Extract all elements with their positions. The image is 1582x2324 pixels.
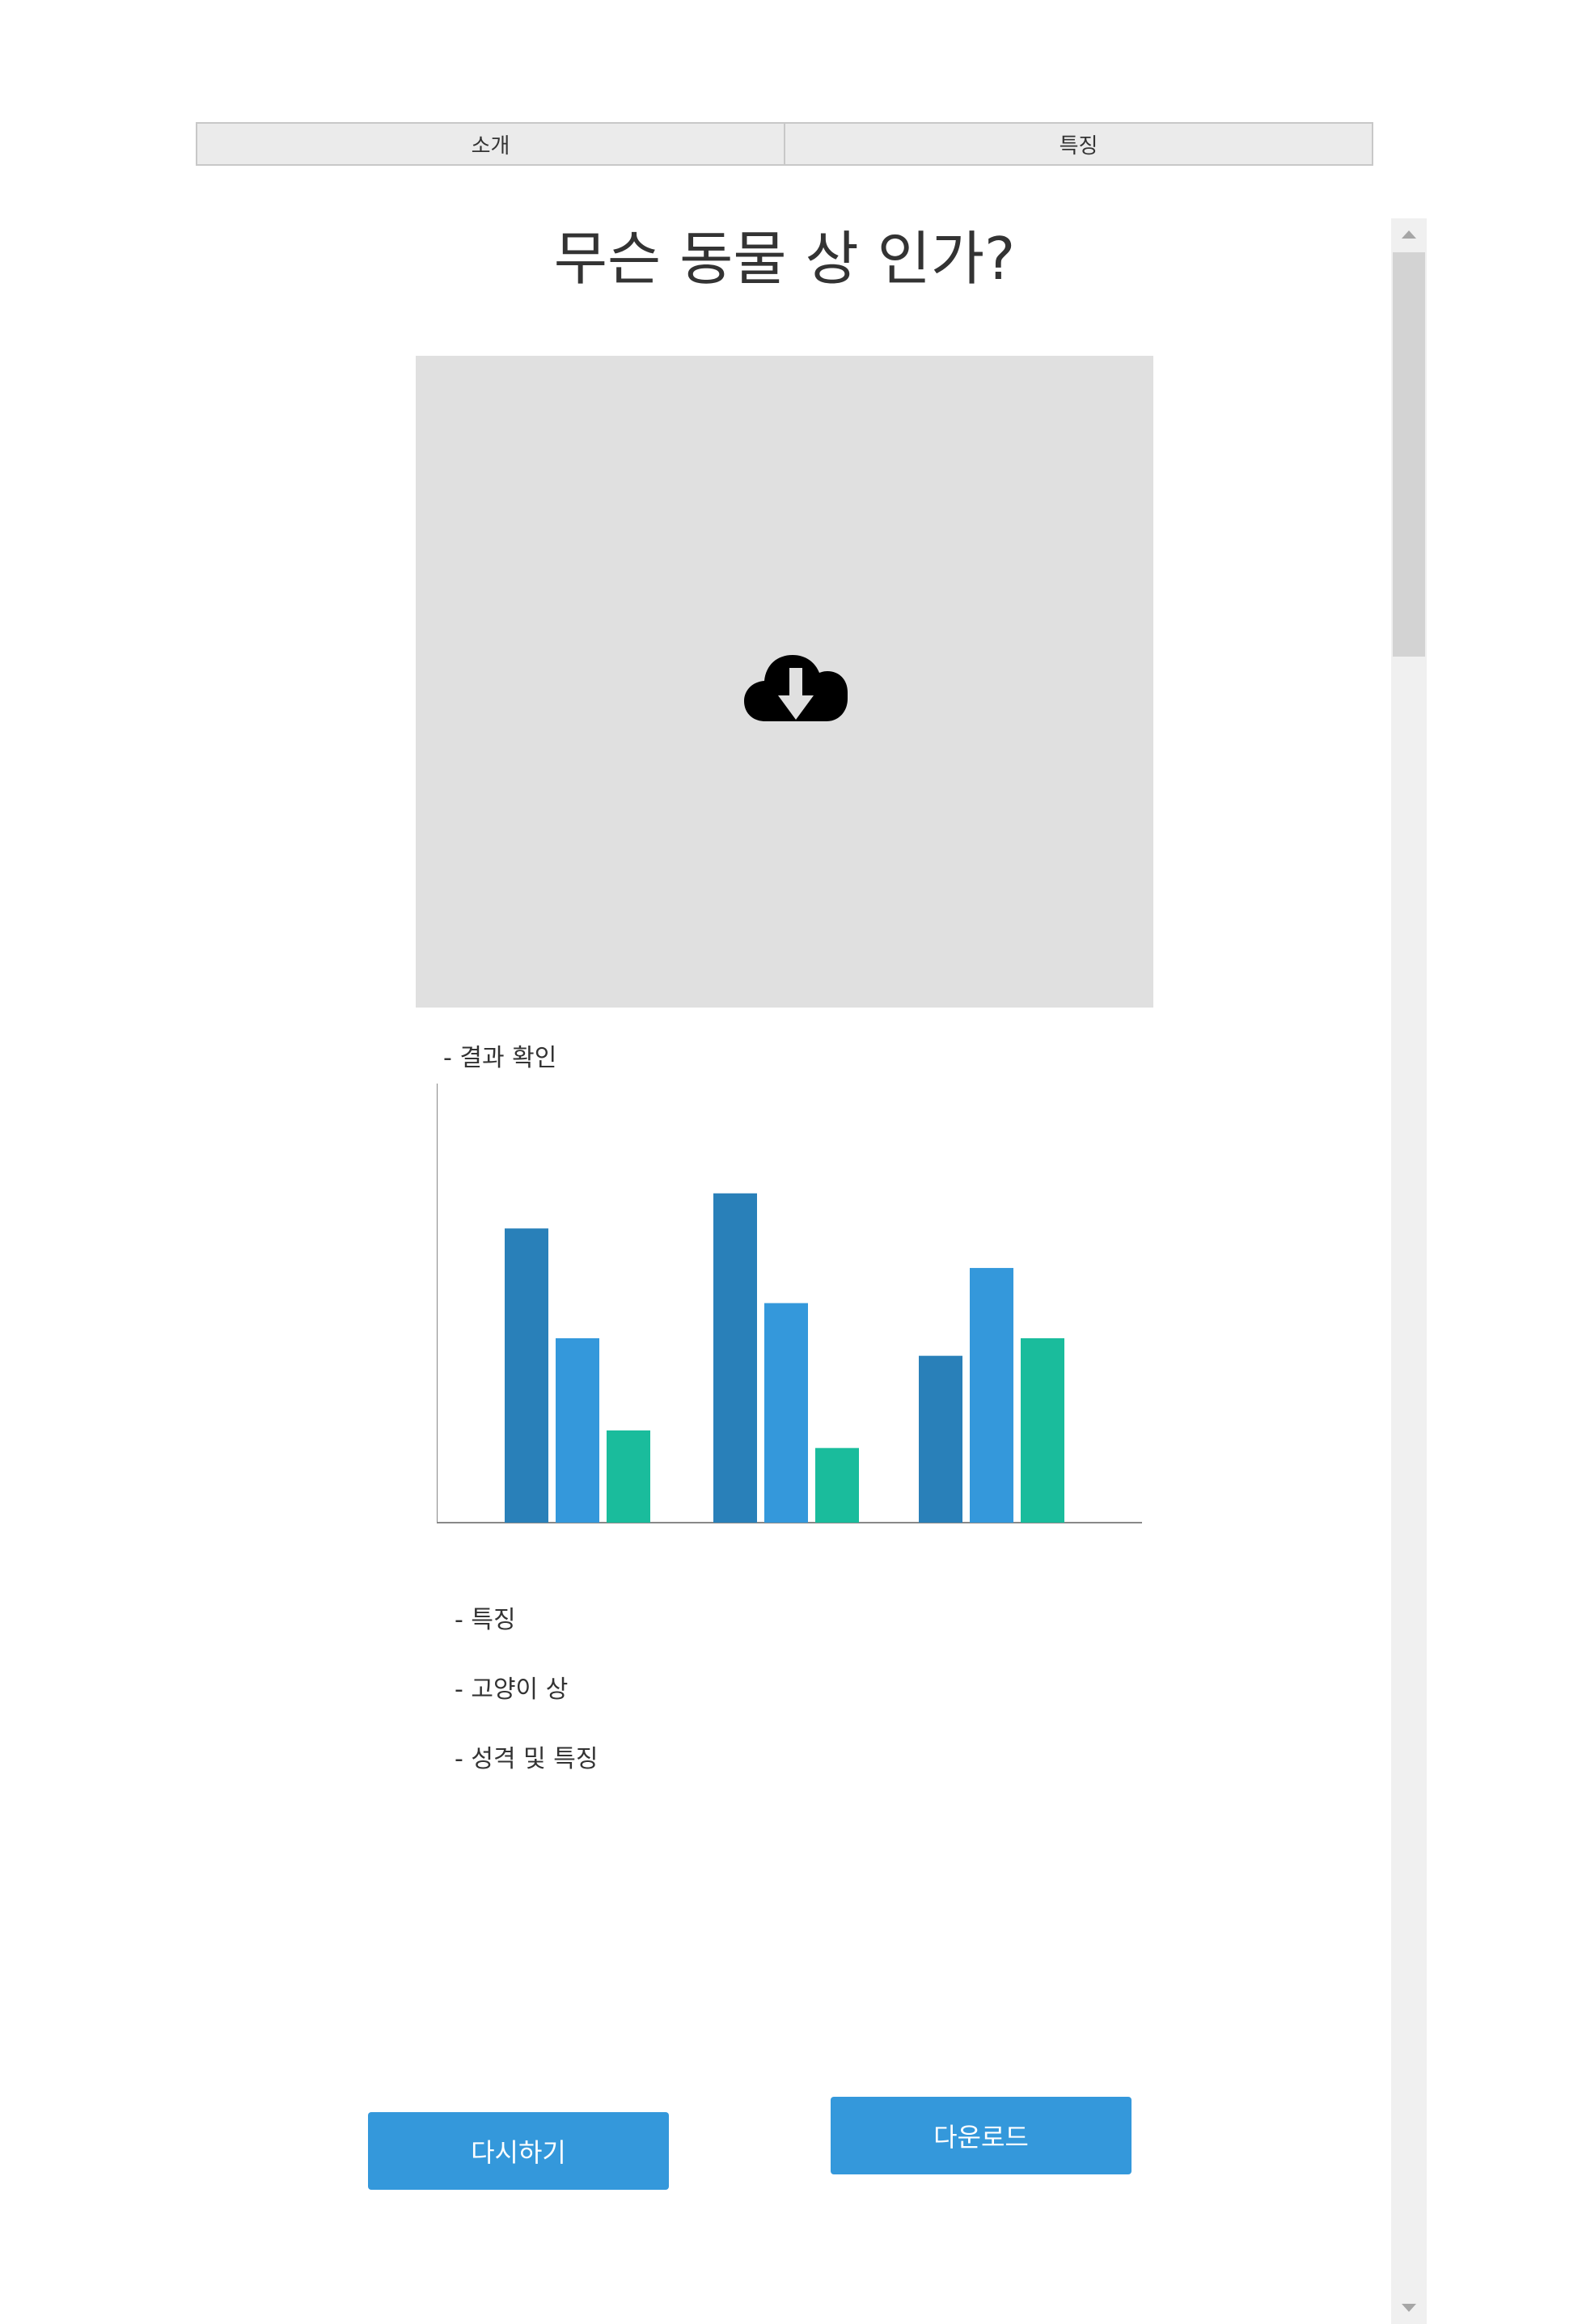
chart-bar-group3-series2 — [970, 1268, 1013, 1523]
tab-features[interactable]: 특징 — [784, 124, 1372, 164]
chart-bar-group2-series1 — [713, 1193, 757, 1523]
chart-bar-group2-series2 — [764, 1303, 808, 1523]
page-title: 무슨 동물 상 인가? — [553, 225, 1016, 293]
chart-bar-group1-series1 — [505, 1228, 548, 1523]
scroll-thumb[interactable] — [1393, 252, 1425, 657]
chart-bar-group3-series1 — [919, 1355, 962, 1523]
cloud-download-icon — [744, 655, 848, 721]
result-label: - 결과 확인 — [443, 1044, 557, 1072]
animal-type-label: - 고양이 상 — [455, 1675, 569, 1704]
chart-bar-group3-series3 — [1021, 1337, 1064, 1523]
tab-intro[interactable]: 소개 — [197, 124, 784, 164]
chart-bar-group1-series3 — [607, 1430, 650, 1523]
features-heading: - 특징 — [455, 1606, 516, 1634]
chart-bar-group2-series3 — [815, 1447, 859, 1523]
page: 소개 특징 무슨 동물 상 인가? - 결과 확인 - 특징 - 고양이 상 -… — [0, 0, 1582, 2324]
retry-button[interactable]: 다시하기 — [368, 2112, 669, 2190]
download-button[interactable]: 다운로드 — [831, 2097, 1132, 2174]
scroll-down-arrow-icon[interactable] — [1391, 2292, 1427, 2324]
vertical-scrollbar[interactable] — [1391, 218, 1427, 2324]
personality-label: - 성격 및 특징 — [455, 1745, 599, 1773]
scroll-up-arrow-icon[interactable] — [1391, 218, 1427, 251]
image-upload-area[interactable] — [416, 356, 1153, 1008]
chart-bar-group1-series2 — [556, 1337, 599, 1523]
tab-bar: 소개 특징 — [196, 122, 1373, 166]
result-chart — [437, 1084, 1142, 1523]
